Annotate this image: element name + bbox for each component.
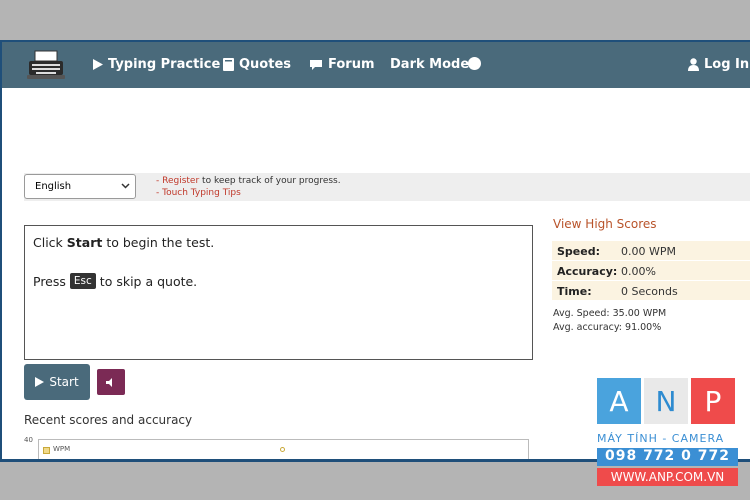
avg-accuracy: Avg. accuracy: 91.00% xyxy=(553,322,662,333)
speaker-icon xyxy=(106,377,112,387)
recent-scores-title: Recent scores and accuracy xyxy=(24,413,193,427)
esc-key-badge: Esc xyxy=(69,273,96,289)
watermark-letter-p: P xyxy=(691,378,735,424)
watermark-site: WWW.ANP.COM.VN xyxy=(597,468,738,486)
avg-speed: Avg. Speed: 35.00 WPM xyxy=(553,308,667,319)
nav-quotes-label: Quotes xyxy=(239,57,292,72)
watermark-phone: 098 772 0 772 xyxy=(597,448,738,466)
settings-bar: English - Register to keep track of your… xyxy=(24,173,750,201)
language-select[interactable]: English xyxy=(24,174,136,199)
legend-label: WPM xyxy=(53,445,71,453)
typewriter-logo-icon[interactable] xyxy=(26,50,66,80)
tips-line: - Touch Typing Tips xyxy=(156,188,241,198)
dark-mode-toggle[interactable] xyxy=(468,57,481,70)
register-tip: - Register to keep track of your progres… xyxy=(156,176,341,186)
user-icon xyxy=(688,58,699,71)
nav-quotes[interactable]: Quotes xyxy=(223,57,291,72)
chat-bubble-icon xyxy=(309,59,323,71)
play-icon xyxy=(35,377,45,387)
instruction-skip: Press Esc to skip a quote. xyxy=(33,273,198,289)
nav-typing-practice-label: Typing Practice xyxy=(108,57,221,72)
top-nav: Typing Practice Quotes Forum Dark Mode L… xyxy=(2,42,750,88)
language-select-value: English xyxy=(35,181,72,192)
register-tip-text: to keep track of your progress. xyxy=(202,176,341,186)
watermark-letter-a: A xyxy=(597,378,641,424)
nav-dark-mode[interactable]: Dark Mode xyxy=(390,57,469,72)
stats-table: Speed: 0.00 WPM Accuracy: 0.00% Time: 0 … xyxy=(552,241,750,301)
play-icon xyxy=(93,59,103,70)
nav-forum[interactable]: Forum xyxy=(309,57,375,72)
chevron-down-icon xyxy=(121,183,130,189)
instruction-start: Click Start to begin the test. xyxy=(33,235,215,250)
recent-scores-chart: WPM xyxy=(38,439,529,459)
nav-typing-practice[interactable]: Typing Practice xyxy=(93,57,220,72)
touch-typing-tips-link[interactable]: Touch Typing Tips xyxy=(162,188,241,198)
stat-row-time: Time: 0 Seconds xyxy=(552,281,750,301)
view-high-scores-link[interactable]: View High Scores xyxy=(553,217,657,231)
chart-y-tick: 40 xyxy=(24,436,33,444)
nav-login-label: Log In / xyxy=(704,57,750,72)
nav-dark-mode-label: Dark Mode xyxy=(390,57,470,72)
watermark-letter-n: N xyxy=(644,378,688,424)
sound-toggle-button[interactable] xyxy=(97,369,125,395)
watermark-tagline: MÁY TÍNH - CAMERA xyxy=(597,432,725,445)
stat-row-accuracy: Accuracy: 0.00% xyxy=(552,261,750,281)
stat-row-speed: Speed: 0.00 WPM xyxy=(552,241,750,261)
typing-test-area[interactable]: Click Start to begin the test. Press Esc… xyxy=(24,225,533,360)
legend-swatch xyxy=(43,447,50,454)
start-button-label: Start xyxy=(49,375,79,389)
start-button[interactable]: Start xyxy=(24,364,90,400)
chart-point xyxy=(280,447,285,452)
nav-login[interactable]: Log In / xyxy=(688,57,750,72)
nav-forum-label: Forum xyxy=(328,57,375,72)
register-link[interactable]: Register xyxy=(162,176,199,186)
book-icon xyxy=(223,58,234,71)
